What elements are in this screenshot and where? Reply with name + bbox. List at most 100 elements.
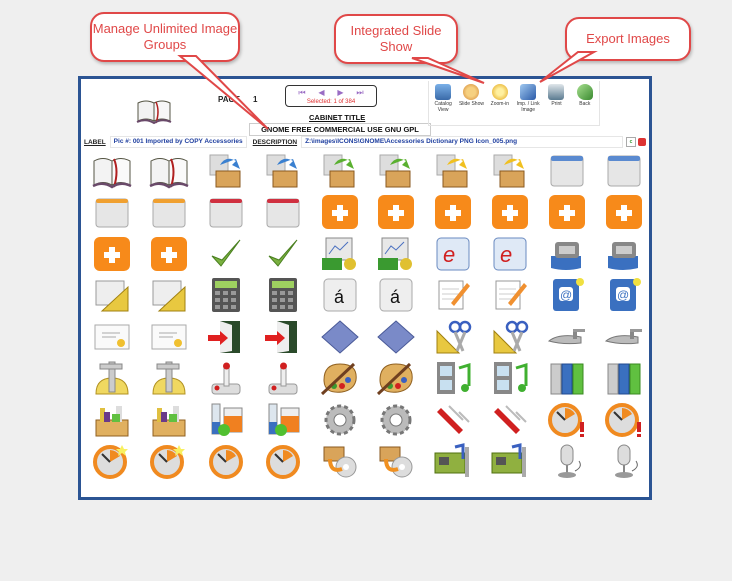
- grid-thumbnail[interactable]: [311, 316, 368, 358]
- cabinet-title-field[interactable]: GNOME FREE COMMERCIAL USE GNU GPL: [249, 123, 431, 136]
- grid-thumbnail[interactable]: [141, 358, 198, 400]
- grid-thumbnail[interactable]: [198, 358, 255, 400]
- grid-thumbnail[interactable]: [311, 441, 368, 483]
- grid-thumbnail[interactable]: [595, 192, 652, 234]
- grid-thumbnail[interactable]: [198, 441, 255, 483]
- grid-thumbnail[interactable]: [482, 316, 539, 358]
- grid-thumbnail[interactable]: [141, 150, 198, 192]
- grid-thumbnail[interactable]: [368, 316, 425, 358]
- grid-thumbnail[interactable]: e: [425, 233, 482, 275]
- grid-thumbnail[interactable]: á: [368, 275, 425, 317]
- grid-thumbnail[interactable]: [368, 399, 425, 441]
- grid-thumbnail[interactable]: [425, 192, 482, 234]
- grid-thumbnail[interactable]: [482, 358, 539, 400]
- grid-thumbnail[interactable]: [482, 441, 539, 483]
- grid-thumbnail[interactable]: [368, 358, 425, 400]
- grid-thumbnail[interactable]: [254, 192, 311, 234]
- grid-thumbnail[interactable]: [84, 358, 141, 400]
- grid-thumbnail[interactable]: [538, 441, 595, 483]
- grid-thumbnail[interactable]: [84, 233, 141, 275]
- add-orange-icon: [491, 195, 528, 230]
- grid-thumbnail[interactable]: [198, 275, 255, 317]
- grid-thumbnail[interactable]: [368, 233, 425, 275]
- grid-thumbnail[interactable]: [141, 192, 198, 234]
- grid-thumbnail[interactable]: [482, 192, 539, 234]
- grid-thumbnail[interactable]: [425, 316, 482, 358]
- grid-thumbnail[interactable]: [84, 275, 141, 317]
- delete-icon[interactable]: [638, 138, 646, 146]
- binders-icon: [550, 363, 584, 395]
- catalog-view-button[interactable]: Catalog View: [430, 81, 456, 125]
- grid-thumbnail[interactable]: [254, 358, 311, 400]
- grid-thumbnail[interactable]: [311, 399, 368, 441]
- zoom-in-button[interactable]: Zoom-in: [487, 81, 513, 125]
- grid-thumbnail[interactable]: [254, 441, 311, 483]
- grid-thumbnail[interactable]: [595, 441, 652, 483]
- grid-thumbnail[interactable]: [425, 441, 482, 483]
- grid-thumbnail[interactable]: [254, 150, 311, 192]
- grid-thumbnail[interactable]: @: [538, 275, 595, 317]
- grid-thumbnail[interactable]: [141, 441, 198, 483]
- grid-thumbnail[interactable]: [141, 275, 198, 317]
- print-button[interactable]: Print: [543, 81, 569, 125]
- grid-thumbnail[interactable]: [482, 399, 539, 441]
- grid-thumbnail[interactable]: [595, 316, 652, 358]
- import-link-image-button[interactable]: Imp. / Link Image: [515, 81, 541, 125]
- grid-thumbnail[interactable]: [84, 441, 141, 483]
- grid-thumbnail[interactable]: [538, 150, 595, 192]
- first-record-button[interactable]: ⏮: [298, 88, 305, 98]
- grid-thumbnail[interactable]: [84, 316, 141, 358]
- grid-thumbnail[interactable]: @: [595, 275, 652, 317]
- grid-thumbnail[interactable]: [425, 358, 482, 400]
- back-button[interactable]: Back: [572, 81, 598, 125]
- grid-thumbnail[interactable]: [595, 233, 652, 275]
- grid-thumbnail[interactable]: [425, 275, 482, 317]
- grid-thumbnail[interactable]: [538, 399, 595, 441]
- grid-thumbnail[interactable]: [425, 399, 482, 441]
- grid-thumbnail[interactable]: [84, 150, 141, 192]
- grid-thumbnail[interactable]: [198, 150, 255, 192]
- grid-thumbnail[interactable]: [595, 358, 652, 400]
- grid-thumbnail[interactable]: [368, 150, 425, 192]
- slide-show-button[interactable]: Slide Show: [458, 81, 484, 125]
- grid-thumbnail[interactable]: [595, 150, 652, 192]
- description-field[interactable]: Z:\images\ICONS\GNOME\Accessories Dictio…: [301, 136, 623, 148]
- last-record-button[interactable]: ⏭: [356, 88, 363, 98]
- grid-thumbnail[interactable]: [595, 399, 652, 441]
- grid-thumbnail[interactable]: [368, 441, 425, 483]
- grid-thumbnail[interactable]: [141, 233, 198, 275]
- grid-thumbnail[interactable]: [198, 316, 255, 358]
- window-red-icon: [266, 198, 300, 228]
- grid-thumbnail[interactable]: [141, 316, 198, 358]
- previous-record-button[interactable]: ◀: [318, 88, 324, 98]
- grid-thumbnail[interactable]: [198, 399, 255, 441]
- grid-thumbnail[interactable]: [254, 233, 311, 275]
- grid-thumbnail[interactable]: [482, 150, 539, 192]
- grid-thumbnail[interactable]: [84, 192, 141, 234]
- grid-thumbnail[interactable]: [311, 358, 368, 400]
- grid-thumbnail[interactable]: [538, 358, 595, 400]
- grid-thumbnail[interactable]: [538, 233, 595, 275]
- grid-thumbnail[interactable]: [368, 192, 425, 234]
- dictionary-icon: [92, 157, 132, 189]
- grid-thumbnail[interactable]: [198, 192, 255, 234]
- grid-thumbnail[interactable]: [311, 192, 368, 234]
- grid-thumbnail[interactable]: [311, 233, 368, 275]
- grid-thumbnail[interactable]: [538, 316, 595, 358]
- grid-thumbnail[interactable]: [141, 399, 198, 441]
- grid-thumbnail[interactable]: á: [311, 275, 368, 317]
- label-field[interactable]: Pic #: 001 Imported by COPY Accessories: [109, 136, 247, 148]
- grid-thumbnail[interactable]: [254, 399, 311, 441]
- c-button[interactable]: c: [626, 137, 636, 147]
- grid-thumbnail[interactable]: [254, 316, 311, 358]
- grid-thumbnail[interactable]: [311, 150, 368, 192]
- grid-thumbnail[interactable]: [482, 275, 539, 317]
- grid-thumbnail[interactable]: [198, 233, 255, 275]
- grid-thumbnail[interactable]: [538, 192, 595, 234]
- grid-thumbnail[interactable]: [254, 275, 311, 317]
- next-record-button[interactable]: ▶: [337, 88, 343, 98]
- tool-label: Back: [579, 101, 591, 107]
- grid-thumbnail[interactable]: e: [482, 233, 539, 275]
- grid-thumbnail[interactable]: [84, 399, 141, 441]
- grid-thumbnail[interactable]: [425, 150, 482, 192]
